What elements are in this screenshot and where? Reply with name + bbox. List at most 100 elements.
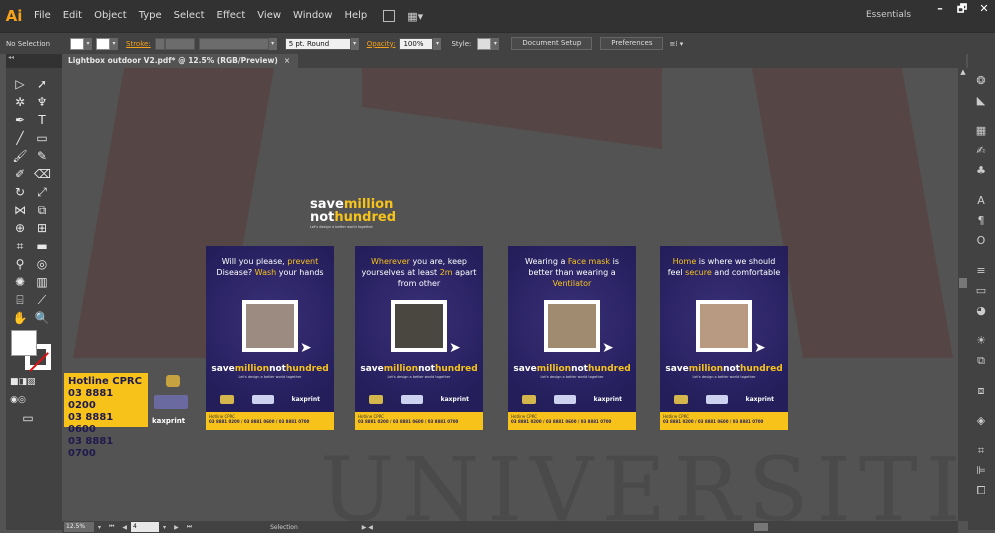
horizontal-scroll-thumb[interactable] xyxy=(754,523,768,531)
menu-window[interactable]: Window xyxy=(287,0,338,32)
lasso-tool-icon[interactable]: ♆ xyxy=(34,94,50,110)
preferences-button[interactable]: Preferences xyxy=(600,37,664,50)
stroke-label[interactable]: Stroke: xyxy=(122,40,155,48)
document-setup-button[interactable]: Document Setup xyxy=(511,37,593,50)
graphic-styles-icon[interactable]: ⧉ xyxy=(974,354,988,368)
hotline-box[interactable]: Hotline CPRC 03 8881 0200 03 8881 0600 0… xyxy=(64,373,148,459)
bridge-icon[interactable] xyxy=(383,10,396,22)
gradient-panel-icon[interactable]: ▭ xyxy=(974,284,988,298)
artboard-number-field[interactable]: 4 xyxy=(131,522,160,532)
menu-object[interactable]: Object xyxy=(88,0,133,32)
stroke-weight-stepper[interactable] xyxy=(154,37,165,50)
type-tool-icon[interactable]: T xyxy=(34,112,50,128)
paintbrush-tool-icon[interactable]: 🖌 xyxy=(12,148,28,164)
stroke-weight-field[interactable] xyxy=(164,37,195,50)
close-button[interactable]: ✕ xyxy=(973,0,995,18)
brush-dropdown[interactable]: ▾ xyxy=(350,37,359,50)
width-tool-icon[interactable]: ⋈ xyxy=(12,202,28,218)
align-panel-icon[interactable]: ⊫ xyxy=(974,464,988,478)
stroke-swatch[interactable] xyxy=(96,37,111,50)
color-panel-icon[interactable]: ❂ xyxy=(974,74,988,88)
style-dropdown[interactable]: ▾ xyxy=(491,37,500,50)
direct-selection-tool-icon[interactable]: ➚ xyxy=(34,76,50,92)
side-logos[interactable]: kaxprint xyxy=(152,373,192,429)
opacity-dropdown[interactable]: ▾ xyxy=(433,37,442,50)
poster-face-mask[interactable]: Wearing a Face mask is better than weari… xyxy=(508,246,636,430)
shape-builder-tool-icon[interactable]: ⊕ xyxy=(12,220,28,236)
vertical-scrollbar[interactable]: ▲ xyxy=(958,68,968,521)
poster-home[interactable]: Home is where we should feel secure and … xyxy=(660,246,788,430)
minimize-button[interactable]: – xyxy=(929,0,951,18)
arrange-documents-icon[interactable]: ▦▾ xyxy=(407,10,423,23)
magic-wand-tool-icon[interactable]: ✲ xyxy=(12,94,28,110)
appearance-panel-icon[interactable]: ☀ xyxy=(974,334,988,348)
character-panel-icon[interactable]: A xyxy=(974,194,988,208)
blend-tool-icon[interactable]: ◎ xyxy=(34,256,50,272)
scroll-thumb[interactable] xyxy=(959,278,967,288)
menu-file[interactable]: File xyxy=(28,0,57,32)
eraser-tool-icon[interactable]: ⌫ xyxy=(34,166,51,182)
menu-type[interactable]: Type xyxy=(133,0,168,32)
artboard-dropdown[interactable]: ▾ xyxy=(159,524,170,531)
layers-panel-icon[interactable]: ◈ xyxy=(974,414,988,428)
screen-mode-icon[interactable]: ▭ xyxy=(20,410,36,426)
zoom-tool-icon[interactable]: 🔍 xyxy=(34,310,50,326)
align-icon[interactable]: ≡⁞ ▾ xyxy=(663,40,689,48)
profile-dropdown[interactable]: ▾ xyxy=(268,37,277,50)
menu-effect[interactable]: Effect xyxy=(211,0,252,32)
eyedropper-tool-icon[interactable]: ⚲ xyxy=(12,256,28,272)
symbol-sprayer-tool-icon[interactable]: ✺ xyxy=(12,274,28,290)
panel-grip[interactable]: ◂◂ xyxy=(6,54,62,68)
last-artboard-button[interactable]: ⏭ xyxy=(183,523,196,531)
zoom-dropdown[interactable]: ▾ xyxy=(94,524,105,531)
scale-tool-icon[interactable]: ⤢ xyxy=(34,184,50,200)
poster-wash-hands[interactable]: Will you please, prevent Disease? Wash y… xyxy=(206,246,334,430)
paragraph-panel-icon[interactable]: ¶ xyxy=(974,214,988,228)
workspace-switcher[interactable]: Essentials xyxy=(866,10,911,20)
zoom-field[interactable]: 12.5% xyxy=(64,522,94,532)
fill-stroke-control[interactable] xyxy=(11,330,51,370)
menu-help[interactable]: Help xyxy=(338,0,373,32)
prev-artboard-button[interactable]: ◀ xyxy=(118,524,131,531)
gradient-tool-icon[interactable]: ▬ xyxy=(34,238,50,254)
fill-color-box[interactable] xyxy=(11,330,37,356)
mesh-tool-icon[interactable]: ⌗ xyxy=(12,238,28,254)
pathfinder-panel-icon[interactable]: ⧈ xyxy=(974,384,988,398)
swatches-panel-icon[interactable]: ▦ xyxy=(974,124,988,138)
column-graph-tool-icon[interactable]: ▥ xyxy=(34,274,50,290)
draw-mode-icon[interactable]: ◉◎ xyxy=(10,392,26,408)
selection-tool-icon[interactable]: ▷ xyxy=(12,76,28,92)
status-menu-icon[interactable]: ▶ ◀ xyxy=(358,524,377,531)
brush-definition[interactable]: 5 pt. Round xyxy=(284,37,351,50)
opacity-field[interactable]: 100% xyxy=(399,37,434,50)
fill-dropdown[interactable]: ▾ xyxy=(84,37,93,50)
first-artboard-button[interactable]: ⏮ xyxy=(105,523,118,531)
stroke-panel-icon[interactable]: ≡ xyxy=(974,264,988,278)
style-swatch[interactable] xyxy=(477,37,492,50)
color-mode-icon[interactable]: ■◨▨ xyxy=(10,374,36,390)
links-panel-icon[interactable]: ⧠ xyxy=(974,484,988,498)
artboard-tool-icon[interactable]: ⌸ xyxy=(12,292,28,308)
perspective-grid-tool-icon[interactable]: ⊞ xyxy=(34,220,50,236)
variable-width-profile[interactable] xyxy=(198,37,269,50)
blob-brush-tool-icon[interactable]: ✐ xyxy=(12,166,28,182)
hand-tool-icon[interactable]: ✋ xyxy=(12,310,28,326)
brushes-panel-icon[interactable]: ✍ xyxy=(974,144,988,158)
next-artboard-button[interactable]: ▶ xyxy=(170,524,183,531)
symbols-panel-icon[interactable]: ♣ xyxy=(974,164,988,178)
scroll-up-icon[interactable]: ▲ xyxy=(958,68,968,78)
free-transform-tool-icon[interactable]: ⧉ xyxy=(34,202,50,218)
pen-tool-icon[interactable]: ✒ xyxy=(12,112,28,128)
rectangle-tool-icon[interactable]: ▭ xyxy=(34,130,50,146)
menu-edit[interactable]: Edit xyxy=(57,0,88,32)
opentype-panel-icon[interactable]: O xyxy=(974,234,988,248)
menu-view[interactable]: View xyxy=(251,0,287,32)
stroke-dropdown[interactable]: ▾ xyxy=(110,37,119,50)
rotate-tool-icon[interactable]: ↻ xyxy=(12,184,28,200)
close-tab-icon[interactable]: × xyxy=(284,56,290,65)
restore-button[interactable]: 🗗 xyxy=(951,0,973,18)
color-guide-icon[interactable]: ◣ xyxy=(974,94,988,108)
document-tab[interactable]: Lightbox outdoor V2.pdf* @ 12.5% (RGB/Pr… xyxy=(62,54,299,68)
pencil-tool-icon[interactable]: ✎ xyxy=(34,148,50,164)
artboard-canvas[interactable]: UNIVERSITI savemillion nothundred Let's … xyxy=(62,68,958,521)
